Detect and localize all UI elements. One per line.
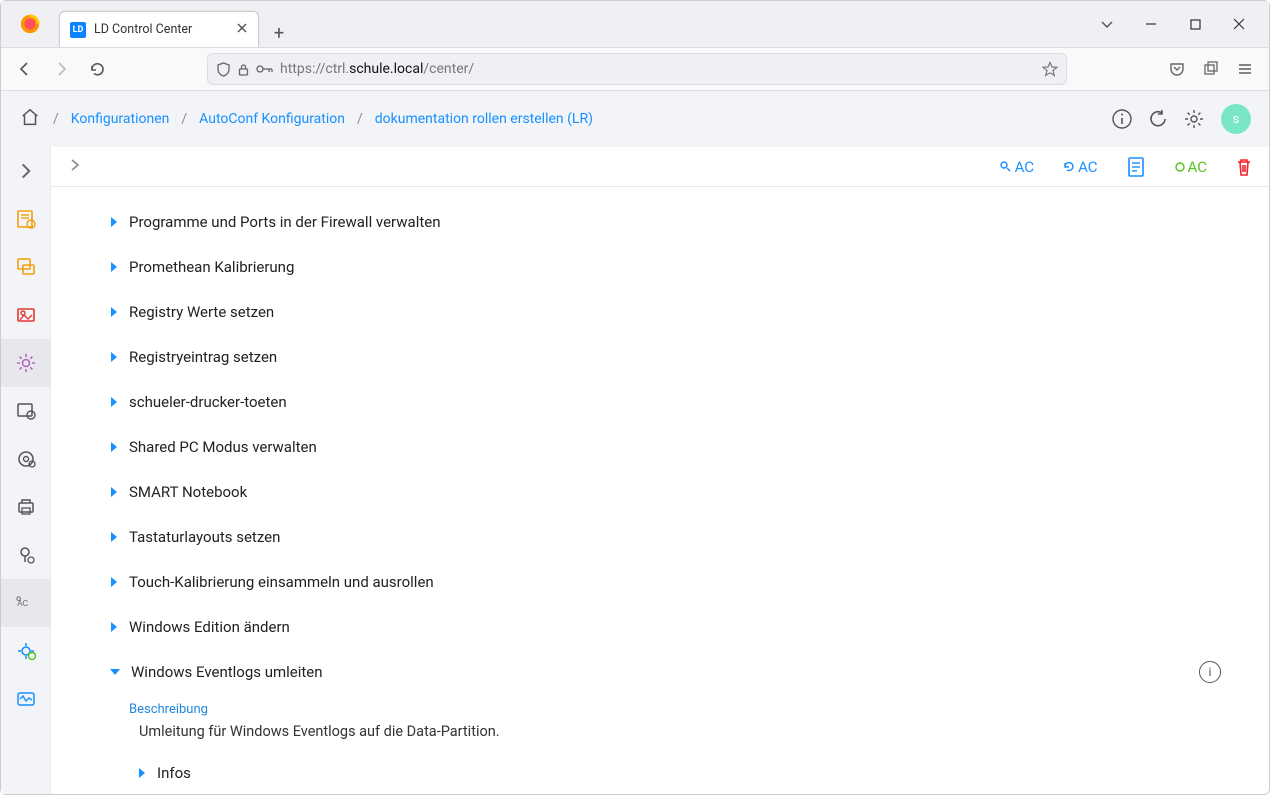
triangle-right-icon (111, 442, 117, 452)
tree-row[interactable]: Registryeintrag setzen (111, 334, 1229, 379)
tree-label: Registryeintrag setzen (129, 348, 277, 366)
tree-row[interactable]: Windows Edition ändern (111, 604, 1229, 649)
refresh-icon[interactable] (1145, 106, 1171, 132)
tree-subrow[interactable]: Infos (139, 754, 1229, 792)
shield-icon (216, 62, 231, 77)
tree-row[interactable]: schueler-drucker-toeten (111, 379, 1229, 424)
tab-title: LD Control Center (94, 22, 228, 37)
sidebar-item-6[interactable] (1, 435, 51, 483)
bookmark-star-icon[interactable] (1042, 61, 1058, 77)
tab-overview-icon[interactable] (1085, 10, 1129, 38)
panel-expand-icon[interactable] (67, 157, 83, 177)
tree-label: schueler-drucker-toeten (129, 393, 287, 411)
triangle-right-icon (111, 262, 117, 272)
triangle-right-icon (111, 532, 117, 542)
sidebar-item-5[interactable] (1, 387, 51, 435)
expanded-section-label: Beschreibung (129, 702, 1229, 717)
sidebar-item-10[interactable] (1, 627, 51, 675)
tree-row[interactable]: Touch-Kalibrierung einsammeln und ausrol… (111, 559, 1229, 604)
tree-label: Registry Werte setzen (129, 303, 274, 321)
content-area: Programme und Ports in der Firewall verw… (51, 187, 1269, 794)
tree-label: Infos (157, 764, 191, 782)
tree-label: Promethean Kalibrierung (129, 258, 294, 276)
breadcrumb-link-2[interactable]: AutoConf Konfiguration (199, 111, 345, 127)
tree-row[interactable]: Shared PC Modus verwalten (111, 424, 1229, 469)
sidebar-item-7[interactable] (1, 483, 51, 531)
tab-close-icon[interactable] (236, 22, 248, 38)
row-info-icon[interactable]: i (1199, 661, 1221, 683)
action-ac-2[interactable]: AC (1062, 158, 1097, 176)
window-maximize-button[interactable] (1173, 10, 1217, 38)
tree-label: Programme und Ports in der Firewall verw… (129, 213, 441, 231)
triangle-right-icon (111, 577, 117, 587)
avatar[interactable]: s (1221, 104, 1251, 134)
tree-label: Windows Eventlogs umleiten (131, 663, 323, 681)
triangle-right-icon (111, 352, 117, 362)
lock-icon (237, 63, 250, 76)
sidebar-item-4[interactable] (1, 339, 51, 387)
firefox-icon (15, 9, 45, 39)
tree-row[interactable]: Programme und Ports in der Firewall verw… (111, 199, 1229, 244)
action-delete[interactable] (1235, 157, 1253, 177)
tree-row[interactable]: Tastaturlayouts setzen (111, 514, 1229, 559)
tree-row-expanded[interactable]: Windows Eventlogs umleiten i (111, 649, 1229, 694)
action-document[interactable] (1126, 156, 1146, 178)
tab-favicon: LD (70, 22, 86, 38)
triangle-right-icon (111, 217, 117, 227)
gear-icon[interactable] (1181, 106, 1207, 132)
browser-tab[interactable]: LD LD Control Center (59, 11, 259, 47)
sidebar-item-8[interactable] (1, 531, 51, 579)
window-close-button[interactable] (1217, 10, 1261, 38)
breadcrumb-link-1[interactable]: Konfigurationen (71, 111, 170, 127)
home-icon[interactable] (19, 106, 41, 132)
extensions-icon[interactable] (1195, 53, 1227, 85)
window-minimize-button[interactable] (1129, 10, 1173, 38)
breadcrumb: / Konfigurationen / AutoConf Konfigurati… (19, 106, 593, 132)
hamburger-menu-icon[interactable] (1229, 53, 1261, 85)
sidebar-item-3[interactable] (1, 291, 51, 339)
tree-label: Shared PC Modus verwalten (129, 438, 317, 456)
tree-label: SMART Notebook (129, 483, 247, 501)
triangle-right-icon (111, 307, 117, 317)
tree-label: Touch-Kalibrierung einsammeln und ausrol… (129, 573, 434, 591)
tree-row[interactable]: Promethean Kalibrierung (111, 244, 1229, 289)
triangle-right-icon (111, 487, 117, 497)
nav-reload-button[interactable] (81, 53, 113, 85)
sidebar: AC (1, 147, 51, 794)
key-icon (256, 63, 274, 75)
sidebar-item-11[interactable] (1, 675, 51, 723)
breadcrumb-link-3[interactable]: dokumentation rollen erstellen (LR) (375, 111, 593, 127)
address-url: https://ctrl.schule.local/center/ (280, 61, 1036, 77)
tree-row[interactable]: Registry Werte setzen (111, 289, 1229, 334)
tree-label: Windows Edition ändern (129, 618, 290, 636)
tree-row[interactable]: SMART Notebook (111, 469, 1229, 514)
pocket-icon[interactable] (1161, 53, 1193, 85)
action-ac-3[interactable]: AC (1174, 158, 1207, 176)
expanded-description: Umleitung für Windows Eventlogs auf die … (139, 723, 1229, 740)
triangle-right-icon (111, 397, 117, 407)
sidebar-expand-icon[interactable] (1, 147, 51, 195)
new-tab-button[interactable]: + (265, 19, 293, 47)
tree-label: Tastaturlayouts setzen (129, 528, 280, 546)
triangle-down-icon (110, 669, 120, 675)
triangle-right-icon (139, 768, 145, 778)
action-ac-1[interactable]: AC (999, 158, 1034, 176)
sidebar-item-ac[interactable]: AC (1, 579, 51, 627)
address-bar[interactable]: https://ctrl.schule.local/center/ (207, 53, 1067, 85)
sidebar-item-1[interactable] (1, 195, 51, 243)
nav-back-button[interactable] (9, 53, 41, 85)
triangle-right-icon (111, 622, 117, 632)
sidebar-item-2[interactable] (1, 243, 51, 291)
info-icon[interactable] (1109, 106, 1135, 132)
nav-forward-button[interactable] (45, 53, 77, 85)
